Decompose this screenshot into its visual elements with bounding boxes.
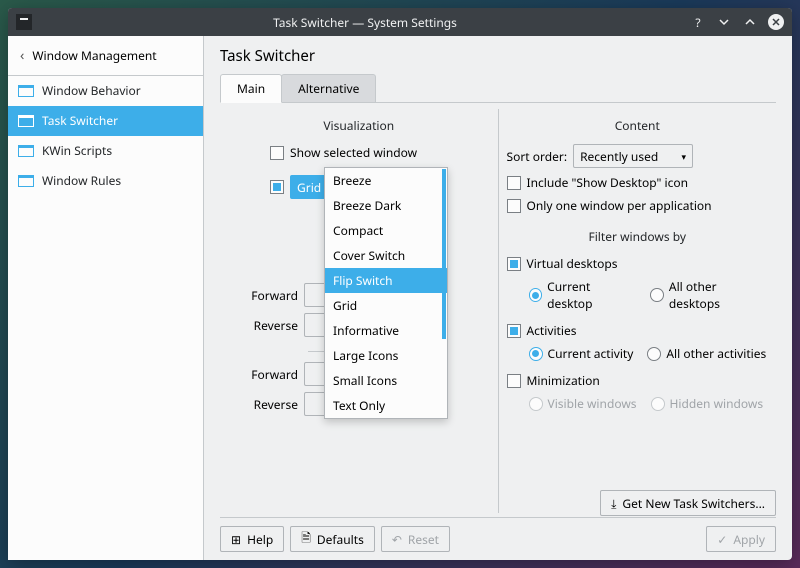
app-icon [16,14,32,30]
dropdown-scrollbar[interactable] [442,169,446,339]
sort-order-dropdown[interactable]: Recently used ▾ [573,144,693,168]
sidebar-item-kwin-scripts[interactable]: KWin Scripts [8,136,203,166]
window-icon [18,145,34,157]
option-small-icons[interactable]: Small Icons [325,368,447,393]
option-cover-switch[interactable]: Cover Switch [325,243,447,268]
option-flip-switch[interactable]: Flip Switch [325,268,447,293]
tab-main[interactable]: Main [220,74,282,103]
window-icon [18,115,34,127]
option-large-icons[interactable]: Large Icons [325,343,447,368]
visible-windows-radio [529,397,543,411]
hidden-windows-radio [651,397,665,411]
titlebar: Task Switcher — System Settings ? [8,8,792,36]
filter-title: Filter windows by [507,228,769,245]
sidebar: ‹ Window Management Window Behavior Task… [8,36,204,560]
help-icon: ⊞ [231,531,241,548]
window-icon [18,175,34,187]
download-icon: ⤓ [611,495,616,512]
visualization-title: Visualization [228,117,490,134]
chevron-down-icon: ▾ [682,150,687,163]
maximize-icon[interactable] [742,14,758,30]
get-new-button[interactable]: ⤓ Get New Task Switchers... [600,490,776,516]
content-title: Content [507,117,769,134]
tab-bar: Main Alternative [220,74,776,103]
tab-alternative[interactable]: Alternative [281,74,376,102]
effect-dropdown-list[interactable]: Breeze Breeze Dark Compact Cover Switch … [324,167,448,419]
option-breeze[interactable]: Breeze [325,168,447,193]
option-informative[interactable]: Informative [325,318,447,343]
option-text-only[interactable]: Text Only [325,393,447,418]
option-breeze-dark[interactable]: Breeze Dark [325,193,447,218]
current-activity-radio[interactable] [529,347,543,361]
activities-checkbox[interactable] [507,324,521,338]
apply-button[interactable]: ✓Apply [706,526,776,552]
window-title: Task Switcher — System Settings [40,14,690,31]
sidebar-heading: Window Management [32,47,156,64]
minimize-icon[interactable] [716,14,732,30]
include-show-desktop-checkbox[interactable] [507,176,521,190]
sidebar-back[interactable]: ‹ Window Management [8,36,203,76]
sidebar-item-window-behavior[interactable]: Window Behavior [8,76,203,106]
undo-icon: ↶ [392,531,402,548]
forward-label-2: Forward [228,366,298,383]
page-title: Task Switcher [220,46,776,66]
effect-enabled-checkbox[interactable] [270,180,284,194]
option-compact[interactable]: Compact [325,218,447,243]
reset-button[interactable]: ↶Reset [381,526,450,552]
chevron-left-icon: ‹ [20,46,24,65]
option-grid[interactable]: Grid [325,293,447,318]
sidebar-item-task-switcher[interactable]: Task Switcher [8,106,203,136]
sort-order-label: Sort order: [507,148,568,165]
check-icon: ✓ [717,531,727,548]
minimization-checkbox[interactable] [507,374,521,388]
virtual-desktops-checkbox[interactable] [507,257,521,271]
one-per-app-checkbox[interactable] [507,199,521,213]
document-icon: 🗎 [301,529,311,550]
show-selected-checkbox[interactable] [270,146,284,160]
all-other-desktops-radio[interactable] [650,288,664,302]
close-icon[interactable] [768,14,784,30]
forward-label-1: Forward [228,287,298,304]
reverse-label-1: Reverse [228,317,298,334]
help-button[interactable]: ⊞Help [220,526,284,552]
sidebar-item-window-rules[interactable]: Window Rules [8,166,203,196]
current-desktop-radio[interactable] [529,288,543,302]
help-icon[interactable]: ? [690,14,706,30]
window-icon [18,85,34,97]
reverse-label-2: Reverse [228,396,298,413]
all-other-activities-radio[interactable] [647,347,661,361]
defaults-button[interactable]: 🗎Defaults [290,526,375,552]
show-selected-label: Show selected window [290,144,417,161]
